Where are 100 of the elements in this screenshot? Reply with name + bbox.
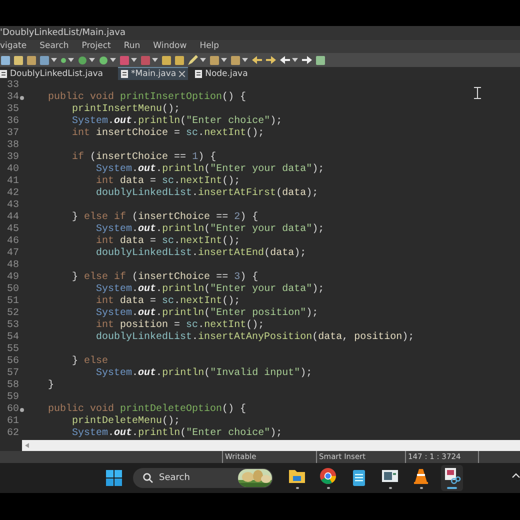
- code-line: doublyLinkedList.insertAtFirst(data);: [95, 188, 318, 200]
- line-number: 52: [6, 308, 19, 320]
- line-number: 59: [6, 392, 19, 404]
- code-line: System.out.println("Enter choice");: [71, 428, 282, 440]
- left-arrow-icon[interactable]: [280, 56, 290, 64]
- line-number: 53: [6, 320, 19, 332]
- line-number: 36: [6, 116, 19, 128]
- editor-tab[interactable]: *Main.java: [118, 67, 188, 80]
- window-title: 'DoublyLinkedList/Main.java: [0, 28, 126, 38]
- line-number: 42: [6, 188, 19, 200]
- chevron-up-icon[interactable]: [512, 473, 520, 478]
- line-number: 43: [6, 200, 19, 212]
- code-line: System.out.println("Enter your data");: [95, 164, 324, 176]
- window-icon: [381, 467, 399, 485]
- text-cursor-icon: [474, 87, 481, 99]
- line-number: 61: [6, 416, 19, 428]
- line-number: 54: [6, 332, 19, 344]
- search-label: Search: [159, 473, 191, 483]
- line-number: 57: [6, 368, 19, 380]
- menu-item[interactable]: Help: [200, 40, 220, 53]
- notepad-icon: [350, 469, 368, 487]
- square-icon[interactable]: [162, 56, 171, 64]
- caret-icon[interactable]: [200, 58, 206, 62]
- code-line: int data = sc.nextInt();: [95, 236, 240, 248]
- code-line: int position = sc.nextInt();: [95, 320, 264, 332]
- code-line: System.out.println("Enter your data");: [95, 224, 324, 236]
- traffic-cone-icon: [412, 467, 430, 485]
- line-number: 37: [6, 128, 19, 140]
- line-number: 48: [6, 260, 19, 272]
- code-line: printInsertMenu();: [71, 104, 180, 116]
- caret-icon[interactable]: [89, 58, 95, 62]
- caret-icon[interactable]: [152, 58, 158, 62]
- line-number: 60: [6, 404, 19, 416]
- menu-item[interactable]: Search: [40, 40, 69, 53]
- square-icon[interactable]: [14, 56, 23, 64]
- code-line: public void printInsertOption() {: [48, 92, 246, 104]
- left-arrow-icon[interactable]: [252, 56, 262, 64]
- code-line: int insertChoice = sc.nextInt();: [71, 128, 264, 140]
- line-number: 44: [6, 212, 19, 224]
- right-arrow-icon[interactable]: [302, 56, 312, 64]
- search-icon: [143, 473, 153, 483]
- line-number: 39: [6, 152, 19, 164]
- fold-marker-icon[interactable]: [20, 408, 24, 412]
- caret-icon[interactable]: [68, 58, 74, 62]
- code-line: System.out.println("Enter choice");: [71, 116, 282, 128]
- code-line: } else if (insertChoice == 3) {: [71, 272, 258, 284]
- line-number: 56: [6, 356, 19, 368]
- taskbar-button[interactable]: [441, 465, 463, 491]
- line-number: 58: [6, 380, 19, 392]
- file-icon: [121, 70, 128, 78]
- line-number: 38: [6, 140, 19, 152]
- square-icon[interactable]: [210, 56, 219, 64]
- code-line: System.out.println("Enter position");: [95, 308, 318, 320]
- windows-logo-icon[interactable]: [106, 470, 122, 486]
- search-button[interactable]: Search: [133, 468, 273, 488]
- browser-icon: [319, 467, 337, 485]
- line-number: 45: [6, 224, 19, 236]
- scissors-icon: [443, 467, 461, 485]
- horizontal-scrollbar[interactable]: [22, 440, 520, 451]
- code-line: System.out.println("Invalid input");: [95, 368, 312, 380]
- square-icon[interactable]: [316, 56, 325, 64]
- square-icon[interactable]: [175, 56, 184, 64]
- line-number: 35: [6, 104, 19, 116]
- line-number: 62: [6, 428, 19, 440]
- circle-icon[interactable]: [99, 56, 108, 64]
- editor-tab[interactable]: DoublyLinkedList.java: [0, 67, 106, 80]
- menu-item[interactable]: vigate: [0, 40, 27, 53]
- pen-icon[interactable]: [188, 55, 198, 65]
- code-line: System.out.println("Enter your data");: [95, 284, 324, 296]
- dot-icon[interactable]: [61, 58, 66, 62]
- line-number: 49: [6, 272, 19, 284]
- circle-icon[interactable]: [78, 56, 87, 64]
- menu-item[interactable]: Window: [153, 40, 187, 53]
- square-icon[interactable]: [40, 56, 49, 64]
- caret-icon[interactable]: [242, 58, 248, 62]
- editor-tab[interactable]: Node.java: [192, 67, 251, 80]
- square-icon[interactable]: [231, 56, 240, 64]
- close-icon[interactable]: [179, 71, 186, 77]
- line-number: 55: [6, 344, 19, 356]
- fold-marker-icon[interactable]: [20, 96, 24, 100]
- folder-icon: [288, 467, 306, 485]
- square-icon[interactable]: [1, 56, 10, 64]
- code-line: int data = sc.nextInt();: [95, 296, 240, 308]
- taskbar-button[interactable]: [317, 465, 339, 491]
- code-line: } else if (insertChoice == 2) {: [71, 212, 258, 224]
- line-number: 47: [6, 248, 19, 260]
- caret-icon[interactable]: [51, 58, 57, 62]
- caret-icon[interactable]: [131, 58, 137, 62]
- caret-icon[interactable]: [221, 58, 227, 62]
- caret-icon[interactable]: [292, 58, 298, 62]
- line-number: 51: [6, 296, 19, 308]
- square-icon[interactable]: [27, 56, 36, 64]
- caret-icon[interactable]: [110, 58, 116, 62]
- menu-item[interactable]: Project: [82, 40, 111, 53]
- line-number: 33: [6, 80, 19, 92]
- menu-item[interactable]: Run: [124, 40, 140, 53]
- line-number: 40: [6, 164, 19, 176]
- code-line: } else: [71, 356, 108, 368]
- code-line: doublyLinkedList.insertAtEnd(data);: [95, 248, 306, 260]
- right-arrow-icon[interactable]: [266, 56, 276, 64]
